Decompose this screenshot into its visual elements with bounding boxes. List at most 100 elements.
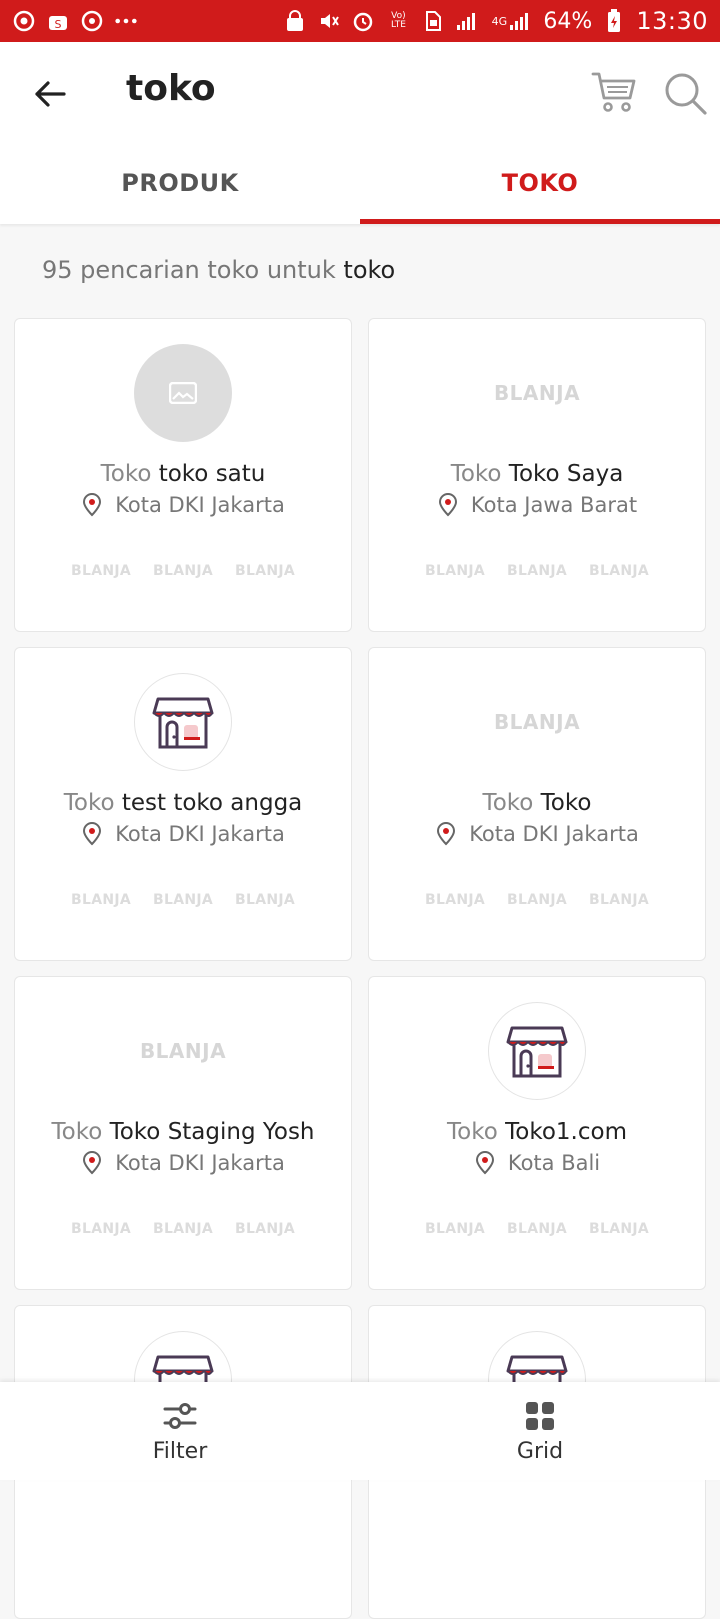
store-name: Toko Toko — [369, 790, 705, 816]
store-logo — [369, 1001, 705, 1101]
location-pin-icon — [435, 822, 457, 846]
storefront-icon — [134, 673, 232, 771]
store-card[interactable]: BLANJA Toko Toko Staging Yosh Kota DKI J… — [14, 976, 352, 1290]
location-pin-icon — [437, 493, 459, 517]
mute-icon — [317, 9, 341, 33]
product-thumbnail[interactable]: BLANJA — [507, 563, 567, 579]
store-location-text: Kota DKI Jakarta — [469, 822, 639, 846]
product-thumbnail[interactable]: BLANJA — [71, 1221, 131, 1237]
storefront-icon — [488, 1002, 586, 1100]
product-thumbnail[interactable]: BLANJA — [507, 1221, 567, 1237]
shop-icon: S — [46, 9, 70, 33]
product-thumbnail[interactable]: BLANJA — [589, 892, 649, 908]
cart-icon[interactable] — [590, 68, 638, 116]
tab-produk[interactable]: PRODUK — [0, 142, 360, 224]
battery-percent: 64% — [543, 8, 593, 34]
location-pin-icon — [474, 1151, 496, 1175]
result-summary: 95 pencarian toko untuk toko — [42, 256, 395, 284]
store-name-prefix: Toko — [51, 1119, 103, 1145]
store-location: Kota DKI Jakarta — [369, 822, 705, 846]
store-name-prefix: Toko — [482, 790, 534, 816]
back-arrow-icon[interactable] — [30, 74, 70, 114]
sim-icon — [421, 9, 445, 33]
network-label: 4G — [491, 14, 508, 28]
grid-label: Grid — [516, 1438, 564, 1464]
product-thumbnail[interactable]: BLANJA — [153, 892, 213, 908]
store-name-text: Toko1.com — [505, 1119, 627, 1145]
store-location-text: Kota DKI Jakarta — [115, 493, 285, 517]
store-card[interactable]: Toko test toko angga Kota DKI Jakarta BL… — [14, 647, 352, 961]
store-name: Toko Toko1.com — [369, 1119, 705, 1145]
sync-icon — [80, 9, 104, 33]
tab-bar: PRODUK TOKO — [0, 142, 720, 224]
product-thumbnails: BLANJA BLANJA BLANJA — [369, 1221, 705, 1237]
grid-button[interactable]: Grid — [360, 1382, 720, 1480]
product-thumbnail[interactable]: BLANJA — [235, 892, 295, 908]
product-thumbnails: BLANJA BLANJA BLANJA — [15, 563, 351, 579]
product-thumbnails: BLANJA BLANJA BLANJA — [15, 892, 351, 908]
chrome-icon — [12, 9, 36, 33]
store-name-text: toko satu — [158, 461, 266, 487]
signal-icon — [455, 9, 479, 33]
grid-icon — [523, 1399, 557, 1433]
product-thumbnail[interactable]: BLANJA — [589, 563, 649, 579]
blanja-logo: BLANJA — [493, 381, 581, 405]
store-name: Toko Toko Saya — [369, 461, 705, 487]
store-card[interactable]: Toko toko satu Kota DKI Jakarta BLANJA B… — [14, 318, 352, 632]
store-card[interactable]: BLANJA Toko Toko Kota DKI Jakarta BLANJA… — [368, 647, 706, 961]
search-query-field[interactable]: toko — [126, 68, 216, 109]
product-thumbnail[interactable]: BLANJA — [235, 1221, 295, 1237]
product-thumbnail[interactable]: BLANJA — [425, 892, 485, 908]
product-thumbnail[interactable]: BLANJA — [153, 1221, 213, 1237]
filter-sliders-icon — [163, 1399, 197, 1433]
store-name-prefix: Toko — [63, 790, 115, 816]
store-location: Kota DKI Jakarta — [15, 1151, 351, 1175]
store-name-text: Toko Saya — [508, 461, 624, 487]
product-thumbnail[interactable]: BLANJA — [153, 563, 213, 579]
product-thumbnail[interactable]: BLANJA — [71, 892, 131, 908]
store-name: Toko Toko Staging Yosh — [15, 1119, 351, 1145]
store-location: Kota DKI Jakarta — [15, 822, 351, 846]
store-name-prefix: Toko — [447, 1119, 498, 1145]
search-icon[interactable] — [662, 70, 708, 116]
store-card[interactable]: Toko Toko1.com Kota Bali BLANJA BLANJA B… — [368, 976, 706, 1290]
status-bar: S Vo) LTE 4G 64% 13:30 — [0, 0, 720, 42]
product-thumbnail[interactable]: BLANJA — [71, 563, 131, 579]
store-name-text: Toko Staging Yosh — [109, 1119, 315, 1145]
product-thumbnail[interactable]: BLANJA — [507, 892, 567, 908]
store-location: Kota Bali — [369, 1151, 705, 1175]
4g-signal-icon: 4G — [489, 9, 533, 33]
store-location: Kota Jawa Barat — [369, 493, 705, 517]
store-name: Toko toko satu — [15, 461, 351, 487]
product-thumbnail[interactable]: BLANJA — [425, 563, 485, 579]
tab-toko[interactable]: TOKO — [360, 142, 720, 224]
store-logo — [15, 672, 351, 772]
store-name-text: Toko — [540, 790, 592, 816]
blanja-logo: BLANJA — [493, 710, 581, 734]
result-query-text: toko — [343, 256, 396, 284]
store-location: Kota DKI Jakarta — [15, 493, 351, 517]
image-placeholder-icon — [134, 344, 232, 442]
product-thumbnail[interactable]: BLANJA — [589, 1221, 649, 1237]
location-pin-icon — [81, 1151, 103, 1175]
battery-icon — [602, 9, 626, 33]
product-thumbnails: BLANJA BLANJA BLANJA — [15, 1221, 351, 1237]
status-right: Vo) LTE 4G 64% 13:30 — [283, 7, 708, 35]
volte-icon: Vo) LTE — [390, 11, 406, 30]
store-logo: BLANJA — [369, 343, 705, 443]
store-location-text: Kota Bali — [507, 1151, 601, 1175]
product-thumbnails: BLANJA BLANJA BLANJA — [369, 892, 705, 908]
lock-icon — [283, 9, 307, 33]
store-logo: BLANJA — [15, 1001, 351, 1101]
store-name-prefix: Toko — [450, 461, 502, 487]
store-name-prefix: Toko — [100, 461, 152, 487]
store-card[interactable]: BLANJA Toko Toko Saya Kota Jawa Barat BL… — [368, 318, 706, 632]
result-count-text: 95 pencarian toko untuk — [42, 256, 336, 284]
store-logo — [15, 343, 351, 443]
product-thumbnail[interactable]: BLANJA — [235, 563, 295, 579]
filter-button[interactable]: Filter — [0, 1382, 360, 1480]
location-pin-icon — [81, 822, 103, 846]
product-thumbnail[interactable]: BLANJA — [425, 1221, 485, 1237]
store-logo: BLANJA — [369, 672, 705, 772]
filter-label: Filter — [152, 1438, 208, 1464]
